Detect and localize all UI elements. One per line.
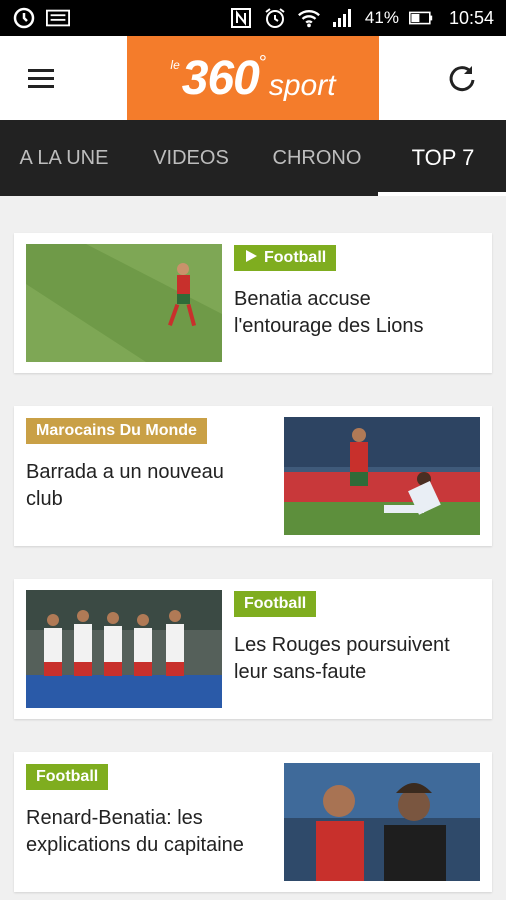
status-bar: 41% 10:54: [0, 0, 506, 36]
battery-percent: 41%: [364, 8, 399, 27]
article-card[interactable]: Football Renard-Benatia: les explication…: [14, 752, 492, 892]
clock: 10:54: [448, 7, 494, 28]
signal-icon: [331, 6, 355, 30]
tab-chrono[interactable]: CHRONO: [254, 120, 380, 196]
app-logo[interactable]: le 360 ° sport: [127, 36, 379, 120]
hamburger-menu-button[interactable]: [28, 60, 64, 96]
article-title[interactable]: Benatia accuse l'entourage des Lions: [234, 286, 474, 340]
article-card[interactable]: Marocains Du Monde Barrada a un nouveau …: [14, 406, 492, 546]
logo-number: 360: [181, 51, 260, 105]
tab-a-la-une[interactable]: A LA UNE: [0, 120, 128, 196]
menu-icon: [28, 68, 54, 72]
article-thumbnail[interactable]: [284, 763, 480, 881]
article-title[interactable]: Les Rouges poursuivent leur sans-faute: [234, 632, 484, 686]
article-thumbnail[interactable]: [26, 590, 222, 708]
tab-bar: A LA UNE VIDEOS CHRONO TOP 7: [0, 120, 506, 196]
alarm-icon: [263, 6, 287, 30]
refresh-icon: [449, 66, 475, 92]
sync-icon: [12, 6, 36, 30]
nfc-icon: [229, 6, 253, 30]
category-tag[interactable]: Football: [26, 764, 109, 790]
battery-icon: [408, 6, 433, 30]
wifi-icon: [297, 6, 321, 30]
app-header: le 360 ° sport: [0, 36, 506, 120]
article-title[interactable]: Barrada a un nouveau club: [26, 459, 266, 513]
tab-top-7[interactable]: TOP 7: [380, 120, 506, 196]
category-tag[interactable]: Football: [234, 245, 337, 271]
article-title[interactable]: Renard-Benatia: les explications du capi…: [26, 805, 266, 859]
category-tag[interactable]: Marocains Du Monde: [26, 418, 207, 444]
logo-degree: °: [258, 51, 267, 74]
logo-word: sport: [268, 69, 336, 102]
article-thumbnail[interactable]: [26, 244, 222, 362]
keyboard-icon: [46, 6, 70, 30]
article-card[interactable]: Football Benatia accuse l'entourage des …: [14, 233, 492, 373]
active-tab-indicator: [378, 192, 506, 196]
logo-prefix: le: [170, 58, 180, 72]
article-thumbnail[interactable]: [284, 417, 480, 535]
article-card[interactable]: Football Les Rouges poursuivent leur san…: [14, 579, 492, 719]
play-icon: [244, 249, 258, 268]
category-tag[interactable]: Football: [234, 591, 317, 617]
tab-videos[interactable]: VIDEOS: [128, 120, 254, 196]
refresh-button[interactable]: [444, 60, 480, 96]
